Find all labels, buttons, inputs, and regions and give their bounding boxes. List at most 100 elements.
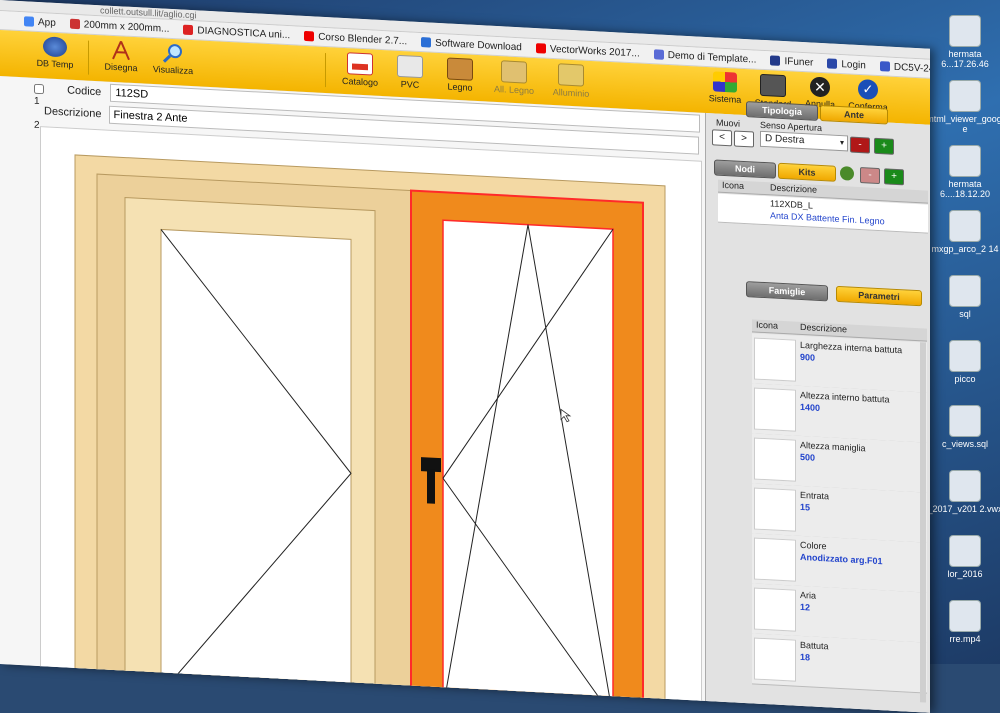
handle-height-icon	[754, 437, 796, 482]
bookmark-icon	[879, 61, 890, 72]
right-glass[interactable]	[442, 219, 614, 713]
properties-panel: Tipologia Ante Muovi < > Senso Apertura …	[705, 101, 930, 713]
param-name: Larghezza interna battuta	[800, 339, 903, 356]
visualizza-label: Visualizza	[152, 64, 194, 77]
bookmark-icon	[653, 49, 664, 60]
remove-button[interactable]: -	[850, 136, 870, 154]
tab-nodi[interactable]: Nodi	[714, 159, 776, 179]
legno-button[interactable]: Legno	[440, 57, 480, 93]
col-icona: Icona	[756, 319, 779, 331]
alluminio-button[interactable]: Alluminio	[546, 63, 596, 100]
bookmark[interactable]: Login	[827, 58, 866, 71]
desktop-file[interactable]: mtml_viewer_googl e	[925, 80, 1000, 134]
all-legno-label: All. Legno	[493, 83, 535, 96]
param-name: Battuta	[800, 639, 829, 652]
desktop-file[interactable]: mxgp_arco_2 14	[925, 210, 1000, 254]
toolbar-divider	[88, 40, 89, 75]
desktop-file-label: lor_2016	[947, 569, 983, 579]
air-gap-icon	[754, 587, 796, 632]
desktop-file[interactable]: rre.mp4	[925, 600, 1000, 644]
muovi-label: Muovi	[716, 117, 741, 129]
tab-kits[interactable]: Kits	[778, 162, 836, 182]
param-value: 500	[800, 451, 816, 463]
bookmark-label: Corso Blender 2.7...	[318, 31, 408, 47]
file-icon	[949, 275, 981, 307]
param-value: 1400	[800, 401, 821, 413]
bookmark-apps[interactable]: App	[24, 16, 56, 28]
catalogo-label: Catalogo	[341, 75, 379, 88]
db-temp-button[interactable]: DB Temp	[30, 36, 80, 71]
apps-grid-icon	[24, 16, 34, 27]
desktop-file[interactable]: sql	[925, 275, 1000, 319]
disegna-button[interactable]: Disegna	[98, 39, 144, 73]
bookmark[interactable]: 200mm x 200mm...	[69, 18, 169, 34]
bookmark-label: DC5V-24V 6A LED...	[893, 61, 930, 77]
catalogo-button[interactable]: Catalogo	[338, 52, 382, 88]
window-drawing	[74, 154, 666, 713]
handle-stem	[427, 469, 435, 504]
bookmark[interactable]: Corso Blender 2.7...	[304, 30, 408, 47]
param-value: 900	[800, 351, 816, 363]
row-number: 1	[34, 95, 40, 108]
row-number: 2	[34, 119, 40, 132]
desktop-file[interactable]: hermata 6....18.12.20	[925, 145, 1000, 199]
bookmark-icon	[827, 58, 838, 69]
desktop-file-label: picco	[954, 374, 976, 384]
aluminium-profile-icon	[558, 63, 584, 87]
file-icon	[949, 210, 981, 242]
settings-gear-icon[interactable]	[840, 166, 854, 181]
bookmark[interactable]: VectorWorks 2017...	[535, 43, 640, 59]
drawing-canvas[interactable]	[40, 126, 702, 713]
bookmark[interactable]: Demo di Template...	[653, 49, 757, 66]
tab-famiglie[interactable]: Famiglie	[746, 281, 828, 302]
kit-add-button[interactable]: +	[884, 168, 904, 186]
bookmark[interactable]: IFuner	[770, 55, 813, 68]
desktop-file[interactable]: _2017_v201 2.vwx	[925, 470, 1000, 514]
bookmark[interactable]: Software Download	[421, 37, 522, 53]
senso-apertura-select[interactable]: D Destra ▾	[760, 130, 848, 152]
sistema-label: Sistema	[708, 93, 742, 105]
desktop-file[interactable]: lor_2016	[925, 535, 1000, 579]
desktop-file-label: _2017_v201 2.vwx	[927, 504, 1000, 514]
youtube-icon	[304, 30, 315, 42]
bookmark-label: Demo di Template...	[667, 49, 757, 66]
bookmark[interactable]: DIAGNOSTICA uni...	[183, 24, 290, 41]
bookmark-icon	[183, 24, 194, 36]
db-temp-label: DB Temp	[36, 57, 74, 70]
row-select-checkbox[interactable]	[34, 83, 44, 95]
file-icon	[949, 15, 981, 47]
list-item[interactable]: Battuta 18	[752, 633, 927, 694]
bookmark[interactable]: DC5V-24V 6A LED...	[879, 61, 930, 77]
move-next-button[interactable]: >	[734, 130, 754, 148]
bookmark-label: IFuner	[784, 55, 814, 69]
move-prev-button[interactable]: <	[712, 129, 732, 147]
pvc-button[interactable]: PVC	[390, 54, 430, 90]
alluminio-label: Alluminio	[552, 86, 590, 99]
desktop-file[interactable]: hermata 6...17.26.46	[925, 15, 1000, 69]
col-icona: Icona	[722, 179, 745, 191]
file-icon	[949, 600, 981, 632]
sistema-button[interactable]: Sistema	[705, 71, 745, 105]
tab-ante[interactable]: Ante	[820, 104, 888, 125]
desktop-file-label: c_views.sql	[941, 439, 988, 449]
codice-label: Codice	[67, 84, 102, 99]
desktop-file[interactable]: picco	[925, 340, 1000, 384]
file-icon	[949, 470, 981, 502]
entry-icon	[754, 487, 796, 532]
param-name: Altezza maniglia	[800, 439, 866, 454]
color-palette-icon	[754, 537, 796, 582]
kit-remove-button[interactable]: -	[860, 167, 880, 185]
left-glass[interactable]	[160, 228, 352, 704]
params-scrollbar[interactable]	[920, 342, 926, 703]
param-value: 12	[800, 601, 811, 613]
tab-parametri[interactable]: Parametri	[836, 285, 922, 307]
add-button[interactable]: +	[874, 137, 894, 155]
disegna-label: Disegna	[104, 61, 138, 74]
all-legno-button[interactable]: All. Legno	[490, 60, 538, 97]
param-name: Entrata	[800, 489, 830, 502]
visualizza-button[interactable]: Visualizza	[148, 42, 198, 77]
tab-tipologia[interactable]: Tipologia	[746, 101, 818, 121]
bookmark-icon	[421, 37, 432, 48]
confirm-check-icon: ✓	[858, 78, 878, 101]
desktop-file[interactable]: c_views.sql	[925, 405, 1000, 449]
